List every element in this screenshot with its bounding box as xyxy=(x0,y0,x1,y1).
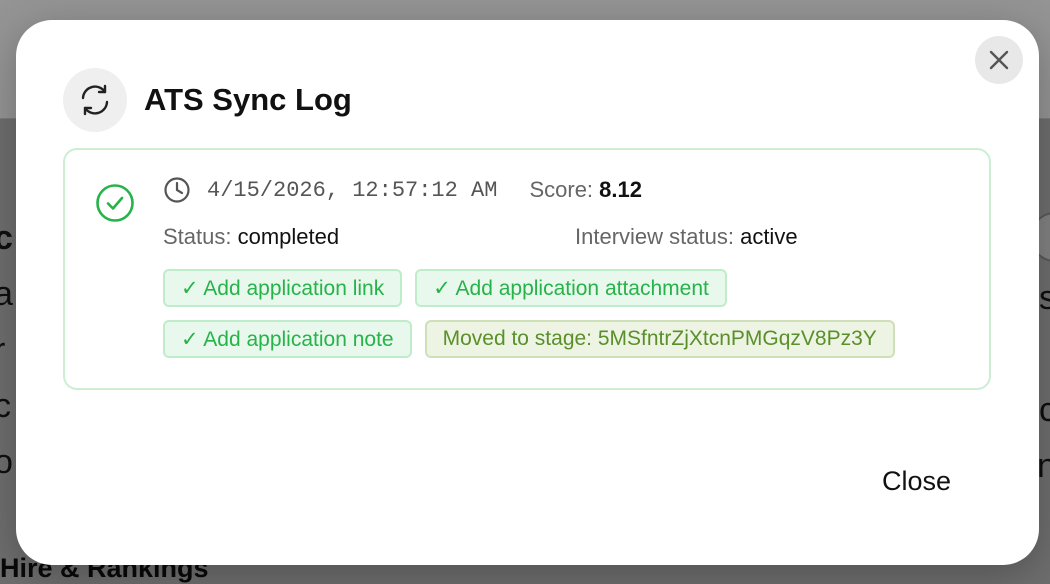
sync-log-entry: 4/15/2026, 12:57:12 AM Score: 8.12 Statu… xyxy=(63,148,991,390)
chip-row: ✓ Add application note Moved to stage: 5… xyxy=(163,320,983,358)
chip-add-application-attachment: ✓ Add application attachment xyxy=(415,269,727,307)
status-label: Status: xyxy=(163,224,232,249)
header-icon-badge xyxy=(63,68,127,132)
interview-status-value: active xyxy=(740,224,798,249)
chip-row: ✓ Add application link ✓ Add application… xyxy=(163,269,983,307)
chip-add-application-link: ✓ Add application link xyxy=(163,269,403,307)
entry-meta-row: 4/15/2026, 12:57:12 AM Score: 8.12 xyxy=(163,176,642,204)
score-label: Score: xyxy=(529,177,594,202)
close-button[interactable]: Close xyxy=(870,462,963,501)
ats-sync-log-modal: ATS Sync Log 4/15/2026, 12:57:12 AM Scor… xyxy=(16,20,1039,565)
entry-status: Status: completed xyxy=(163,224,339,250)
chip-moved-to-stage: Moved to stage: 5MSfntrZjXtcnPMGqzV8Pz3Y xyxy=(424,320,895,358)
entry-score: Score: 8.12 xyxy=(529,177,642,203)
close-icon xyxy=(989,50,1009,70)
check-circle-icon xyxy=(96,184,134,222)
action-chips: ✓ Add application link ✓ Add application… xyxy=(163,269,983,371)
modal-title: ATS Sync Log xyxy=(144,82,352,117)
interview-status-label: Interview status: xyxy=(575,224,734,249)
clock-icon xyxy=(164,177,190,203)
entry-interview-status: Interview status: active xyxy=(575,224,798,250)
chip-add-application-note: ✓ Add application note xyxy=(163,320,412,358)
entry-timestamp: 4/15/2026, 12:57:12 AM xyxy=(207,177,498,203)
close-icon-button[interactable] xyxy=(975,36,1023,84)
status-value: completed xyxy=(237,224,340,249)
score-value: 8.12 xyxy=(599,177,642,202)
modal-header: ATS Sync Log xyxy=(63,68,352,132)
refresh-icon xyxy=(81,84,109,116)
